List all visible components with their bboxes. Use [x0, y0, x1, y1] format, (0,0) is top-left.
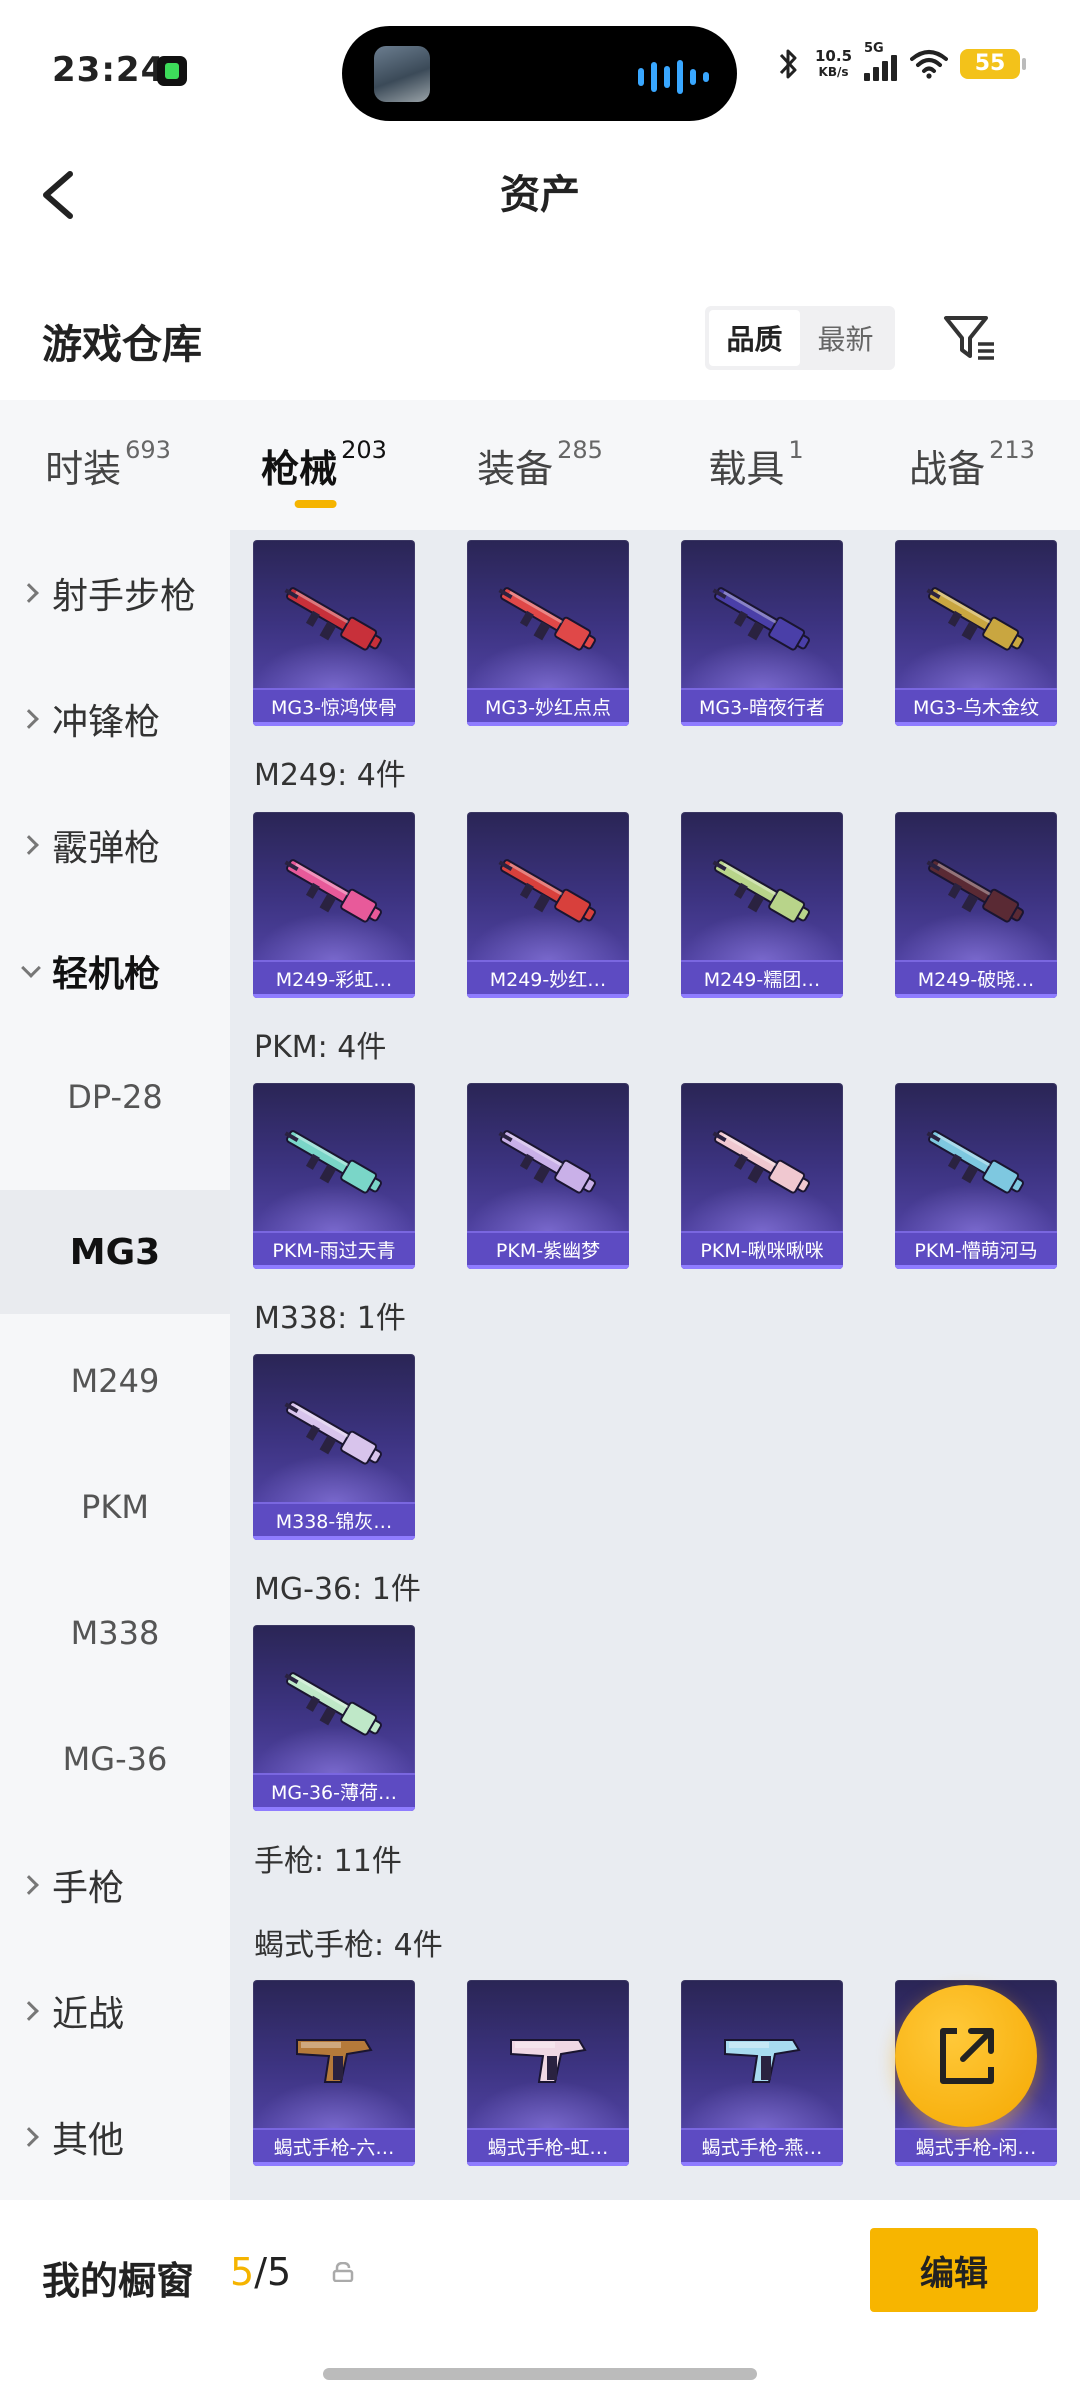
- lmg-skin-icon: [284, 859, 382, 923]
- weapon-card[interactable]: MG3-乌木金纹: [895, 540, 1057, 726]
- network-speed: 10.5 KB/s: [815, 47, 853, 79]
- filter-icon: [944, 316, 994, 360]
- share-icon: [940, 2028, 994, 2084]
- group-title-m249: M249: 4件: [254, 758, 406, 793]
- sidebar-sub-m338[interactable]: M338: [0, 1570, 230, 1696]
- media-thumbnail: [374, 46, 430, 102]
- weapon-card[interactable]: PKM-懵萌河马: [895, 1083, 1057, 1269]
- group-title-mg36: MG-36: 1件: [254, 1572, 421, 1607]
- lmg-skin-icon: [498, 587, 596, 651]
- category-tabs: 时装 693 枪械 203 装备 285 载具 1 战备 213: [0, 400, 1080, 530]
- weapon-card[interactable]: PKM-紫幽梦: [467, 1083, 629, 1269]
- title-bar: 资产: [0, 140, 1080, 255]
- group-title-m338: M338: 1件: [254, 1301, 406, 1336]
- lmg-skin-icon: [712, 1130, 810, 1194]
- lmg-skin-icon: [926, 587, 1024, 651]
- page-title: 资产: [500, 172, 580, 218]
- home-indicator[interactable]: [323, 2368, 757, 2380]
- weapon-card[interactable]: M338-锦灰…: [253, 1354, 415, 1540]
- weapon-grid: MG3-惊鸿侠骨 MG3-妙红点点 MG3-暗夜行者 MG3-乌木金纹 M249…: [230, 530, 1080, 2200]
- tab-fashion[interactable]: 时装 693: [0, 400, 216, 530]
- showcase-count: 5/5: [230, 2250, 292, 2294]
- weapon-card[interactable]: MG-36-薄荷…: [253, 1625, 415, 1811]
- sidebar-sub-mg3[interactable]: MG3: [0, 1190, 230, 1314]
- chevron-down-icon: [20, 961, 40, 981]
- weapon-card[interactable]: 蝎式手枪-燕…: [681, 1980, 843, 2166]
- weapon-card[interactable]: M249-糯团…: [681, 812, 843, 998]
- chevron-right-icon: [20, 835, 40, 855]
- tab-vehicles[interactable]: 载具 1: [648, 400, 864, 530]
- chevron-right-icon: [20, 2127, 40, 2147]
- sort-newest-option[interactable]: 最新: [800, 310, 891, 366]
- lmg-skin-icon: [926, 1130, 1024, 1194]
- pistol-skin-icon: [724, 2039, 801, 2083]
- weapon-card[interactable]: M249-妙红…: [467, 812, 629, 998]
- warehouse-header: 游戏仓库 品质 最新: [0, 290, 1080, 400]
- chevron-right-icon: [20, 583, 40, 603]
- music-app-icon: [157, 56, 187, 86]
- audio-wave-icon: [638, 60, 709, 94]
- weapon-card[interactable]: M249-彩虹…: [253, 812, 415, 998]
- sidebar-sub-mg36[interactable]: MG-36: [0, 1696, 230, 1822]
- dynamic-island[interactable]: [342, 26, 737, 121]
- sidebar-item-pistol[interactable]: 手枪: [0, 1822, 230, 1948]
- lmg-skin-icon: [498, 859, 596, 923]
- group-title-pistol: 手枪: 11件: [254, 1844, 402, 1879]
- lmg-skin-icon: [498, 1130, 596, 1194]
- chevron-right-icon: [20, 2001, 40, 2021]
- showcase-bar: 我的橱窗 5/5 编辑: [0, 2200, 1080, 2400]
- filter-button[interactable]: [940, 308, 1000, 368]
- weapon-card[interactable]: MG3-惊鸿侠骨: [253, 540, 415, 726]
- weapon-card[interactable]: PKM-雨过天青: [253, 1083, 415, 1269]
- showcase-label: 我的橱窗: [42, 2259, 195, 2303]
- sidebar-item-dmr[interactable]: 射手步枪: [0, 530, 230, 656]
- status-time: 23:24: [52, 50, 166, 90]
- weapon-card[interactable]: 蝎式手枪-虹…: [467, 1980, 629, 2166]
- share-fab-button[interactable]: [895, 1985, 1037, 2127]
- chevron-right-icon: [20, 1875, 40, 1895]
- lmg-skin-icon: [712, 587, 810, 651]
- warehouse-title: 游戏仓库: [42, 322, 202, 368]
- sidebar-sub-m249[interactable]: M249: [0, 1318, 230, 1444]
- pistol-skin-icon: [296, 2039, 373, 2083]
- wifi-icon: [910, 50, 949, 79]
- lock-icon: [332, 2262, 354, 2282]
- cell-signal-icon: 5G: [864, 41, 898, 81]
- sort-quality-option[interactable]: 品质: [709, 310, 800, 366]
- lmg-skin-icon: [712, 859, 810, 923]
- status-bar: 23:24 10.5 KB/s 5G 55: [0, 0, 1080, 140]
- battery-indicator: 55: [960, 49, 1027, 79]
- bluetooth-icon: [779, 49, 797, 79]
- sidebar-item-melee[interactable]: 近战: [0, 1948, 230, 2074]
- weapon-card[interactable]: MG3-暗夜行者: [681, 540, 843, 726]
- lmg-skin-icon: [926, 859, 1024, 923]
- lmg-skin-icon: [284, 1130, 382, 1194]
- sidebar-item-lmg[interactable]: 轻机枪: [0, 908, 230, 1034]
- sidebar-item-shotgun[interactable]: 霰弹枪: [0, 782, 230, 908]
- sidebar-sub-pkm[interactable]: PKM: [0, 1444, 230, 1570]
- tab-equipment[interactable]: 装备 285: [432, 400, 648, 530]
- weapon-card[interactable]: MG3-妙红点点: [467, 540, 629, 726]
- tab-supplies[interactable]: 战备 213: [864, 400, 1080, 530]
- status-icons: 10.5 KB/s 5G 55: [775, 41, 1027, 82]
- weapon-sidebar: 射手步枪 冲锋枪 霰弹枪 轻机枪 DP-28 MG3 M249 PKM M338…: [0, 530, 230, 2200]
- weapon-card[interactable]: 蝎式手枪-六…: [253, 1980, 415, 2166]
- group-title-pkm: PKM: 4件: [254, 1030, 387, 1065]
- lmg-skin-icon: [284, 1672, 382, 1736]
- sidebar-item-smg[interactable]: 冲锋枪: [0, 656, 230, 782]
- chevron-right-icon: [20, 709, 40, 729]
- group-title-scorpion: 蝎式手枪: 4件: [254, 1928, 443, 1963]
- sort-toggle: 品质 最新: [705, 306, 895, 370]
- weapon-card[interactable]: M249-破晓…: [895, 812, 1057, 998]
- sidebar-sub-dp28[interactable]: DP-28: [0, 1034, 230, 1160]
- sidebar-item-other[interactable]: 其他: [0, 2074, 230, 2200]
- lmg-skin-icon: [284, 1401, 382, 1465]
- lmg-skin-icon: [284, 587, 382, 651]
- tab-guns[interactable]: 枪械 203: [216, 400, 432, 530]
- weapon-card[interactable]: PKM-啾咪啾咪: [681, 1083, 843, 1269]
- edit-button[interactable]: 编辑: [870, 2228, 1038, 2312]
- pistol-skin-icon: [510, 2039, 587, 2083]
